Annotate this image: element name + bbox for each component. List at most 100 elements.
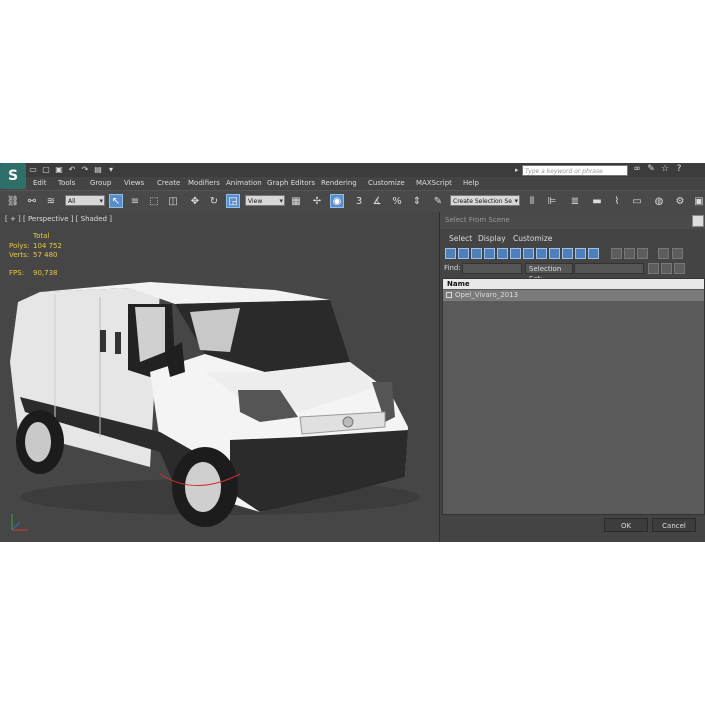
- display-hidden-icon[interactable]: [588, 248, 599, 259]
- material-editor-icon[interactable]: ◍: [652, 194, 666, 208]
- menu-modifiers[interactable]: Modifiers: [188, 179, 220, 187]
- menu-tools[interactable]: Tools: [58, 179, 75, 187]
- communication-center-icon[interactable]: ✎: [646, 164, 656, 175]
- unlink-icon[interactable]: ⚯: [25, 194, 39, 208]
- spinner-snap-icon[interactable]: ⇕: [410, 194, 424, 208]
- rectangular-selection-icon[interactable]: ⬚: [147, 194, 161, 208]
- help-icon[interactable]: ?: [674, 164, 684, 175]
- app-logo-icon[interactable]: S: [0, 163, 26, 189]
- display-frozen-icon[interactable]: [575, 248, 586, 259]
- undo-icon[interactable]: ↶: [67, 165, 77, 175]
- dialog-menu-customize[interactable]: Customize: [513, 234, 552, 243]
- keyboard-shortcut-override-icon[interactable]: ◉: [330, 194, 344, 208]
- geometry-object-icon: [446, 292, 452, 298]
- pivot-center-icon[interactable]: ▦: [289, 194, 303, 208]
- perspective-viewport[interactable]: [ + ] [ Perspective ] [ Shaded ] Total P…: [0, 212, 439, 542]
- display-none-icon[interactable]: [624, 248, 635, 259]
- selection-set-dropdown[interactable]: [574, 263, 644, 274]
- select-all-icon[interactable]: [648, 263, 659, 274]
- move-icon[interactable]: ✥: [188, 194, 202, 208]
- menu-rendering[interactable]: Rendering: [321, 179, 357, 187]
- select-invert-icon[interactable]: [674, 263, 685, 274]
- display-helpers-icon[interactable]: [497, 248, 508, 259]
- graphite-ribbon-icon[interactable]: ▬: [590, 194, 604, 208]
- display-shapes-icon[interactable]: [458, 248, 469, 259]
- menu-graph-editors[interactable]: Graph Editors: [267, 179, 315, 187]
- named-selection-set-dropdown[interactable]: Create Selection Se: [450, 195, 520, 207]
- menu-views[interactable]: Views: [124, 179, 144, 187]
- new-file-icon[interactable]: ▭: [28, 165, 38, 175]
- column-header-name[interactable]: Name: [443, 279, 704, 289]
- display-all-icon[interactable]: [611, 248, 622, 259]
- select-link-icon[interactable]: ⛓: [6, 194, 20, 208]
- display-space-warps-icon[interactable]: [510, 248, 521, 259]
- scale-icon[interactable]: ◲: [226, 194, 240, 208]
- scene-object-list: Name Opel_Vivaro_2013: [442, 278, 705, 515]
- menu-create[interactable]: Create: [157, 179, 180, 187]
- quick-access-dropdown-icon[interactable]: ▾: [106, 165, 116, 175]
- mirror-icon[interactable]: ⫴: [525, 194, 539, 208]
- menu-maxscript[interactable]: MAXScript: [416, 179, 452, 187]
- display-bones-icon[interactable]: [549, 248, 560, 259]
- schematic-view-icon[interactable]: ▭: [630, 194, 644, 208]
- percent-snap-icon[interactable]: %: [390, 194, 404, 208]
- menu-group[interactable]: Group: [90, 179, 111, 187]
- menu-animation[interactable]: Animation: [226, 179, 262, 187]
- selection-set-label: Selection Set:: [525, 263, 573, 283]
- dialog-menu-display[interactable]: Display: [478, 234, 506, 243]
- dialog-filter-toolbar: [442, 248, 704, 262]
- filter-funnel-icon[interactable]: [658, 248, 669, 259]
- cancel-button[interactable]: Cancel: [652, 518, 696, 532]
- redo-icon[interactable]: ↷: [80, 165, 90, 175]
- render-frame-icon[interactable]: ▣: [692, 194, 705, 208]
- angle-snap-icon[interactable]: ∡: [370, 194, 384, 208]
- curve-editor-icon[interactable]: ⌇: [610, 194, 624, 208]
- layer-manager-icon[interactable]: ≣: [568, 194, 582, 208]
- save-icon[interactable]: ▣: [54, 165, 64, 175]
- render-setup-icon[interactable]: ⚙: [673, 194, 687, 208]
- project-folder-icon[interactable]: ▤: [93, 165, 103, 175]
- display-xrefs-icon[interactable]: [536, 248, 547, 259]
- van-model-render: [10, 282, 420, 531]
- display-lights-icon[interactable]: [471, 248, 482, 259]
- snaps-toggle-icon[interactable]: 3: [352, 194, 366, 208]
- bind-space-warp-icon[interactable]: ≋: [44, 194, 58, 208]
- options-icon[interactable]: [672, 248, 683, 259]
- search-expand-icon[interactable]: ▸: [515, 166, 519, 174]
- favorites-star-icon[interactable]: ☆: [660, 164, 670, 175]
- 3dsmax-window: ▭ ▢ ▣ ↶ ↷ ▤ ▾ ▸ Type a keyword or phrase…: [0, 163, 705, 542]
- dialog-title-bar[interactable]: Select From Scene: [440, 212, 705, 229]
- reference-coordinate-dropdown[interactable]: View: [245, 195, 285, 207]
- rotate-icon[interactable]: ↻: [207, 194, 221, 208]
- dialog-menu-select[interactable]: Select: [449, 234, 472, 243]
- menu-help[interactable]: Help: [463, 179, 479, 187]
- open-file-icon[interactable]: ▢: [41, 165, 51, 175]
- dialog-title: Select From Scene: [445, 216, 510, 224]
- main-toolbar: ⛓ ⚯ ≋ All ↖ ≡ ⬚ ◫ ✥ ↻ ◲ View ▦ ✢ ◉ 3 ∡ %…: [0, 190, 705, 213]
- menu-edit[interactable]: Edit: [33, 179, 47, 187]
- select-object-icon[interactable]: ↖: [109, 194, 123, 208]
- select-by-name-icon[interactable]: ≡: [128, 194, 142, 208]
- edit-named-selection-icon[interactable]: ✎: [431, 194, 445, 208]
- display-containers-icon[interactable]: [562, 248, 573, 259]
- window-crossing-icon[interactable]: ◫: [166, 194, 180, 208]
- list-item[interactable]: Opel_Vivaro_2013: [443, 290, 704, 301]
- ok-button[interactable]: OK: [604, 518, 648, 532]
- select-manipulate-icon[interactable]: ✢: [310, 194, 324, 208]
- quick-access-toolbar: ▭ ▢ ▣ ↶ ↷ ▤ ▾: [28, 165, 116, 175]
- binoculars-icon[interactable]: ∞: [632, 164, 642, 175]
- find-label: Find:: [444, 264, 461, 272]
- select-from-scene-dialog: Select From Scene Select Display Customi…: [439, 212, 705, 542]
- display-invert-icon[interactable]: [637, 248, 648, 259]
- display-geometry-icon[interactable]: [445, 248, 456, 259]
- selection-filter-dropdown[interactable]: All: [65, 195, 105, 207]
- align-icon[interactable]: ⊫: [545, 194, 559, 208]
- search-input[interactable]: Type a keyword or phrase: [522, 165, 628, 176]
- display-groups-icon[interactable]: [523, 248, 534, 259]
- display-cameras-icon[interactable]: [484, 248, 495, 259]
- select-none-icon[interactable]: [661, 263, 672, 274]
- dialog-close-button[interactable]: [692, 215, 704, 227]
- title-bar: ▭ ▢ ▣ ↶ ↷ ▤ ▾ ▸ Type a keyword or phrase…: [0, 163, 705, 177]
- find-input[interactable]: [462, 263, 522, 274]
- menu-customize[interactable]: Customize: [368, 179, 405, 187]
